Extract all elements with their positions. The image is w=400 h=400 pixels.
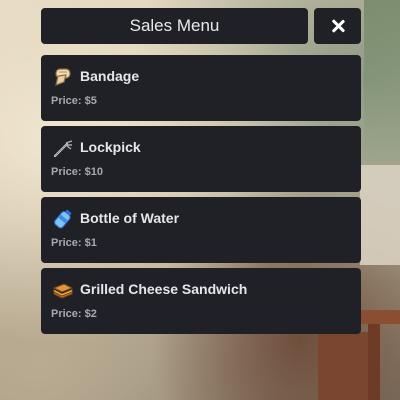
menu-title: Sales Menu (41, 8, 308, 44)
lockpick-icon (52, 137, 74, 159)
item-price: Price: $5 (51, 95, 97, 107)
item-name: Lockpick (80, 139, 141, 155)
background-bench-top (360, 310, 400, 324)
close-icon (331, 19, 345, 33)
item-name: Bottle of Water (80, 210, 180, 226)
item-name: Grilled Cheese Sandwich (80, 281, 248, 297)
bandage-icon (52, 66, 74, 88)
water-bottle-icon (52, 208, 74, 230)
item-price: Price: $1 (51, 237, 97, 249)
background-foliage (364, 0, 400, 160)
background-bench-leg (368, 324, 380, 400)
item-name: Bandage (80, 68, 140, 84)
menu-header: Sales Menu (41, 8, 361, 44)
list-item-bottle-of-water[interactable]: Bottle of Water Price: $1 (41, 197, 361, 263)
list-item-lockpick[interactable]: Lockpick Price: $10 (41, 126, 361, 192)
item-price: Price: $2 (51, 308, 97, 320)
item-price: Price: $10 (51, 166, 103, 178)
item-list: Bandage Price: $5 Lockpick Price: $10 Bo… (41, 55, 361, 334)
sandwich-icon (52, 279, 74, 301)
list-item-bandage[interactable]: Bandage Price: $5 (41, 55, 361, 121)
list-item-grilled-cheese-sandwich[interactable]: Grilled Cheese Sandwich Price: $2 (41, 268, 361, 334)
close-button[interactable] (314, 8, 361, 44)
sales-menu: Sales Menu Bandage Price: $5 Lockpick Pr… (41, 8, 361, 339)
background-wall (360, 165, 400, 265)
